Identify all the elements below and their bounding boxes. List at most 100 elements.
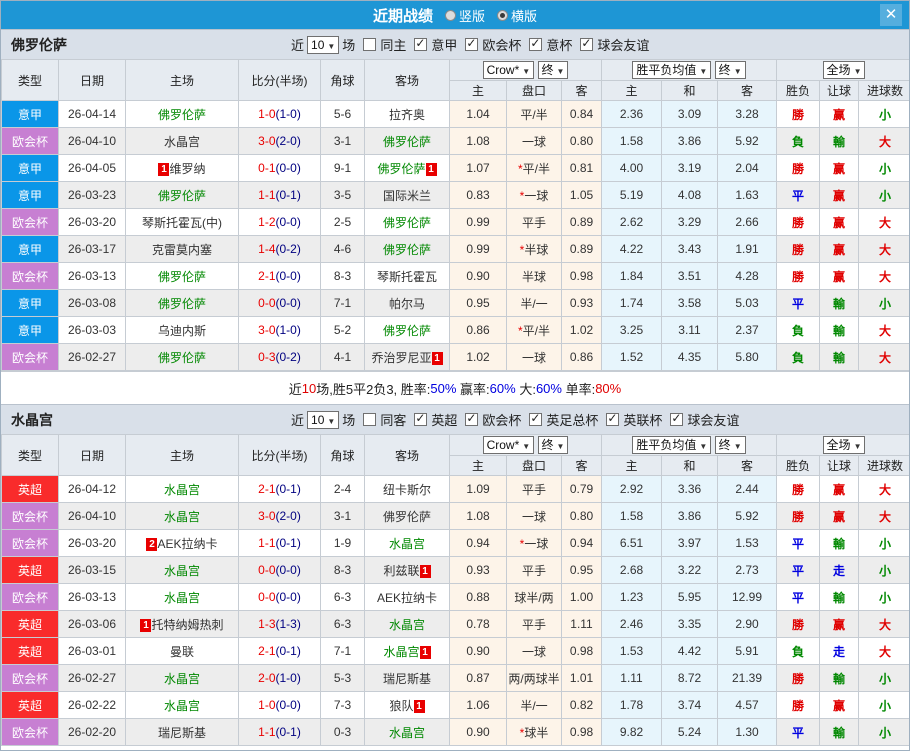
match-date: 26-03-20 (58, 208, 126, 236)
outcome-cell: 小 (858, 664, 909, 692)
layout-radio-horizontal[interactable]: 横版 (489, 6, 537, 25)
close-icon[interactable]: ✕ (880, 4, 902, 26)
team-label: AEK拉纳卡 (376, 590, 437, 605)
chevron-down-icon: ▼ (699, 67, 708, 76)
outcome-cell: 小 (858, 181, 909, 209)
avg-odds-cell: 2.04 (716, 154, 778, 182)
select-value: 10 (311, 412, 325, 427)
matches-table: 类型 日期 主场 比分(半场) 角球 客场 Crow* ▼ 终 ▼ 胜平负均值 ▼ 终 ▼ 全场 ▼ 主盘口… (1, 59, 909, 371)
odds-source-select[interactable]: Crow* ▼ (482, 436, 535, 454)
summary-segment: 场,胜5平2负3, (316, 381, 401, 397)
recent-count-select[interactable]: 10 ▼ (307, 35, 340, 54)
competition-badge: 意甲 (1, 289, 59, 317)
competition-badge: 欧会杯 (1, 664, 59, 692)
outcome-cell: 大 (858, 637, 909, 665)
outcome-cell: 大 (858, 262, 909, 290)
avg-odds-cell: 5.19 (601, 181, 662, 209)
outcome-cell: 輸 (819, 529, 860, 557)
team-label: 瑞尼斯基 (157, 725, 206, 740)
odds-source-select[interactable]: Crow* ▼ (482, 61, 535, 79)
outcome-cell: 赢 (819, 262, 860, 290)
same-venue-checkbox[interactable] (363, 413, 377, 426)
away-team-cell: AEK拉纳卡 (364, 583, 450, 611)
league-checkbox[interactable] (670, 411, 684, 426)
away-team-cell: 佛罗伦萨 (364, 502, 450, 530)
team-label: 水晶宫 (163, 590, 200, 605)
matches-table: 类型 日期 主场 比分(半场) 角球 客场 Crow* ▼ 终 ▼ 胜平负均值 ▼ 终 ▼ 全场 ▼ 主盘口… (1, 434, 909, 746)
team-label: 水晶宫 (163, 671, 200, 686)
competition-badge: 欧会杯 (1, 529, 59, 557)
league-checkbox[interactable] (529, 36, 543, 51)
handicap-odds-cell: 0.94 (561, 529, 602, 557)
column-subheader: 让球 (819, 455, 860, 476)
team-label: 瑞尼斯基 (382, 671, 431, 686)
league-checkbox[interactable] (465, 411, 479, 426)
red-card-badge: 1 (419, 645, 431, 659)
red-card-badge: 1 (419, 564, 431, 578)
fulltime-score: 1-2 (258, 215, 276, 229)
team-label: 琴斯托霍瓦(中) (142, 215, 222, 230)
league-label: 意甲 (431, 38, 458, 53)
chevron-down-icon: ▼ (556, 67, 565, 76)
fulltime-score: 1-0 (258, 698, 276, 712)
live-star-icon: * (517, 161, 523, 176)
league-checkbox[interactable] (414, 411, 428, 426)
avg-final-select[interactable]: 终 ▼ (714, 436, 746, 454)
handicap-odds-cell: 1.09 (449, 475, 507, 503)
games-label: 场 (342, 413, 356, 428)
competition-badge: 欧会杯 (1, 718, 59, 746)
match-scope-select[interactable]: 全场 ▼ (822, 436, 866, 454)
layout-radio-vertical[interactable]: 竖版 (437, 6, 485, 25)
outcome-cell: 輸 (819, 316, 860, 344)
column-subheader: 让球 (819, 80, 860, 101)
fulltime-score: 1-3 (258, 617, 276, 631)
column-header: 类型 (1, 59, 59, 101)
fulltime-score: 0-0 (258, 590, 276, 604)
outcome-cell: 大 (858, 343, 909, 371)
away-team-cell: 瑞尼斯基 (364, 664, 450, 692)
team-label: 水晶宫 (388, 536, 425, 551)
column-subheader: 客 (561, 80, 602, 101)
handicap-odds-cell: 0.94 (449, 529, 507, 557)
league-checkbox[interactable] (529, 411, 543, 426)
table-row: 欧会杯 26-04-10 水晶宫 3-0(2-0) 3-1 佛罗伦萨 1.08 一球 0.80 1… (1, 502, 909, 530)
odds-final-select[interactable]: 终 ▼ (537, 61, 569, 79)
league-checkbox[interactable] (465, 36, 479, 51)
odds-final-select[interactable]: 终 ▼ (537, 436, 569, 454)
avg-odds-cell: 3.86 (661, 502, 718, 530)
match-date: 26-02-22 (58, 691, 126, 719)
outcome-cell: 走 (819, 637, 860, 665)
team-label: 佛罗伦萨 (157, 269, 206, 284)
avg-odds-cell: 5.03 (716, 289, 778, 317)
column-subheader: 主 (601, 455, 662, 476)
avg-odds-cell: 3.09 (661, 100, 718, 128)
column-subheader: 客 (716, 455, 778, 476)
league-checkbox[interactable] (580, 36, 594, 51)
league-checkbox[interactable] (606, 411, 620, 426)
match-date: 26-03-20 (58, 529, 126, 557)
radio-icon[interactable] (444, 9, 456, 21)
avg-final-select[interactable]: 终 ▼ (714, 61, 746, 79)
same-venue-checkbox[interactable] (363, 38, 377, 51)
league-checkbox[interactable] (414, 36, 428, 51)
avg-odds-select[interactable]: 胜平负均值 ▼ (632, 61, 712, 79)
competition-badge: 欧会杯 (1, 262, 59, 290)
avg-odds-cell: 5.95 (661, 583, 718, 611)
recent-count-select[interactable]: 10 ▼ (307, 410, 340, 429)
red-card-badge: 1 (425, 162, 437, 176)
avg-odds-cell: 4.22 (601, 235, 662, 263)
avg-odds-select[interactable]: 胜平负均值 ▼ (632, 436, 712, 454)
radio-icon[interactable] (497, 9, 508, 21)
column-header: 主场 (125, 434, 239, 476)
match-date: 26-04-05 (58, 154, 126, 182)
table-row: 欧会杯 26-03-20 琴斯托霍瓦(中) 1-2(0-0) 2-5 佛罗伦萨 0.99 平手… (1, 208, 909, 236)
corners-cell: 3-1 (320, 502, 365, 530)
halftime-score: (0-0) (275, 296, 301, 310)
score-cell: 2-0(1-0) (238, 664, 321, 692)
chevron-down-icon: ▼ (733, 67, 742, 76)
avg-odds-cell: 9.82 (601, 718, 662, 746)
handicap-odds-cell: 0.95 (561, 556, 602, 584)
table-row: 意甲 26-04-14 佛罗伦萨 1-0(1-0) 5-6 拉齐奥 1.04 平/半 0.84 2… (1, 100, 909, 128)
match-scope-select[interactable]: 全场 ▼ (822, 61, 866, 79)
score-cell: 3-0(2-0) (238, 502, 321, 530)
